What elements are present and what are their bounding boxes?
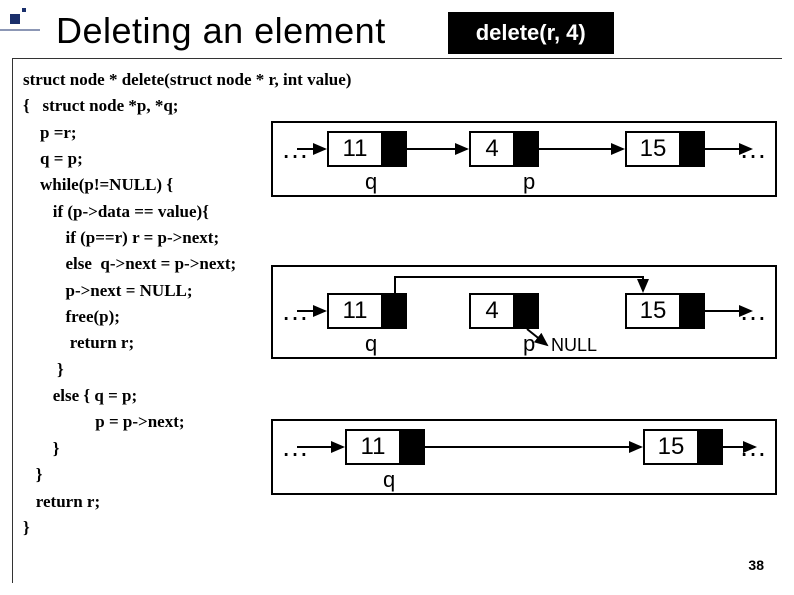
- ellipsis-right: …: [739, 295, 767, 327]
- label-q: q: [365, 169, 377, 195]
- call-signature-box: delete(r, 4): [448, 12, 614, 54]
- page-title: Deleting an element: [56, 10, 386, 52]
- ellipsis-left: …: [281, 133, 309, 165]
- node-15: 15: [625, 293, 705, 329]
- diagram-1: … … 11 4 15 q p: [271, 121, 777, 197]
- node-value: 11: [347, 431, 401, 463]
- slide-number: 38: [748, 557, 764, 573]
- ellipsis-right: …: [739, 431, 767, 463]
- node-4: 4: [469, 293, 539, 329]
- node-pointer: [515, 133, 537, 165]
- label-p: p: [523, 331, 535, 357]
- node-value: 4: [471, 133, 515, 165]
- node-pointer: [383, 295, 405, 327]
- node-pointer: [383, 133, 405, 165]
- content-area: struct node * delete(struct node * r, in…: [12, 58, 782, 583]
- node-15: 15: [625, 131, 705, 167]
- node-value: 15: [645, 431, 699, 463]
- label-q: q: [383, 467, 395, 493]
- node-4: 4: [469, 131, 539, 167]
- ellipsis-left: …: [281, 295, 309, 327]
- node-15: 15: [643, 429, 723, 465]
- title-row: Deleting an element delete(r, 4): [0, 0, 794, 54]
- node-value: 11: [329, 133, 383, 165]
- node-value: 15: [627, 295, 681, 327]
- node-pointer: [401, 431, 423, 463]
- label-p: p: [523, 169, 535, 195]
- node-pointer: [515, 295, 537, 327]
- diagram-2: … … 11 4 15 q p NULL: [271, 265, 777, 359]
- node-11: 11: [345, 429, 425, 465]
- node-pointer: [699, 431, 721, 463]
- node-pointer: [681, 295, 703, 327]
- ellipsis-right: …: [739, 133, 767, 165]
- label-null: NULL: [551, 335, 597, 356]
- node-11: 11: [327, 131, 407, 167]
- node-value: 15: [627, 133, 681, 165]
- node-value: 4: [471, 295, 515, 327]
- node-value: 11: [329, 295, 383, 327]
- corner-decoration: [0, 0, 40, 40]
- ellipsis-left: …: [281, 431, 309, 463]
- node-pointer: [681, 133, 703, 165]
- node-11: 11: [327, 293, 407, 329]
- diagram-3: … … 11 15 q: [271, 419, 777, 495]
- label-q: q: [365, 331, 377, 357]
